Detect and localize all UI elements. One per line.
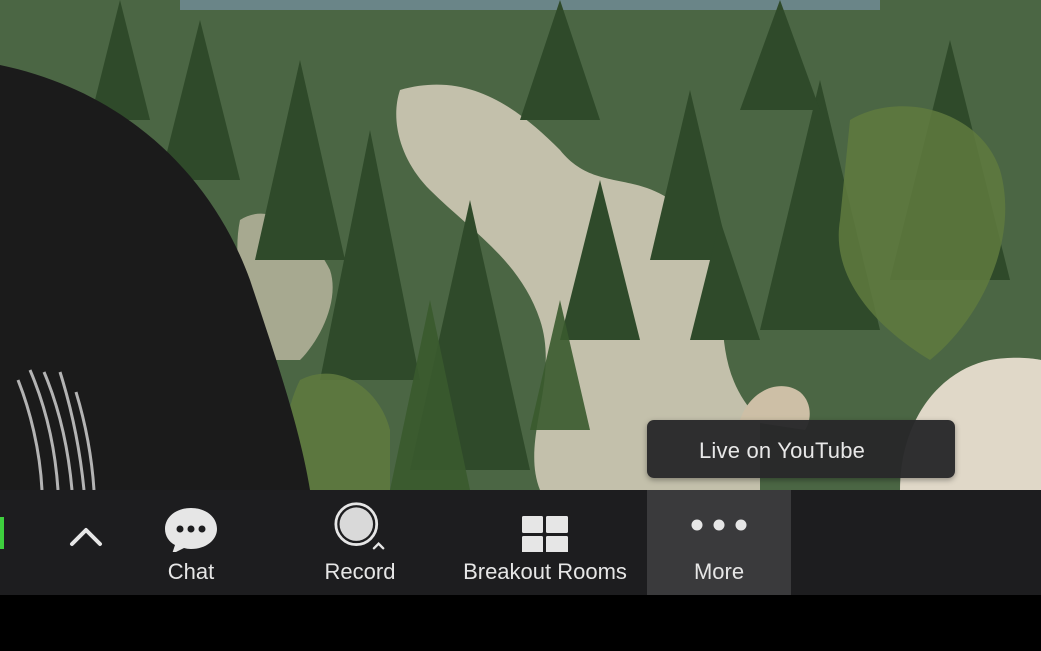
chat-button[interactable]: Chat: [140, 490, 242, 595]
audio-level-indicator: [0, 517, 4, 549]
breakout-rooms-button[interactable]: Breakout Rooms: [445, 490, 645, 595]
breakout-rooms-icon: [522, 516, 568, 552]
record-button[interactable]: Record: [305, 490, 415, 595]
live-on-youtube-menu-item[interactable]: Live on YouTube: [647, 420, 955, 478]
live-on-youtube-label: Live on YouTube: [699, 438, 866, 463]
meeting-toolbar: e Chat Record: [0, 490, 1041, 595]
toolbar-item-cut-off[interactable]: e: [0, 490, 40, 595]
chevron-up-icon: [70, 528, 102, 546]
record-label: Record: [324, 559, 396, 584]
more-dots-icon: [691, 519, 747, 531]
chat-label: Chat: [167, 559, 215, 584]
more-label: More: [693, 559, 745, 584]
more-button[interactable]: More: [647, 490, 791, 595]
chat-bubble-icon: [165, 508, 217, 552]
bottom-letterbox: [0, 595, 1041, 651]
record-icon: [334, 502, 385, 550]
forest-background-image: [0, 0, 1041, 490]
video-feed: [0, 0, 1041, 490]
meeting-window: Live on YouTube e Chat: [0, 0, 1041, 651]
breakout-rooms-label: Breakout Rooms: [463, 559, 627, 584]
options-caret-button[interactable]: [55, 490, 115, 595]
